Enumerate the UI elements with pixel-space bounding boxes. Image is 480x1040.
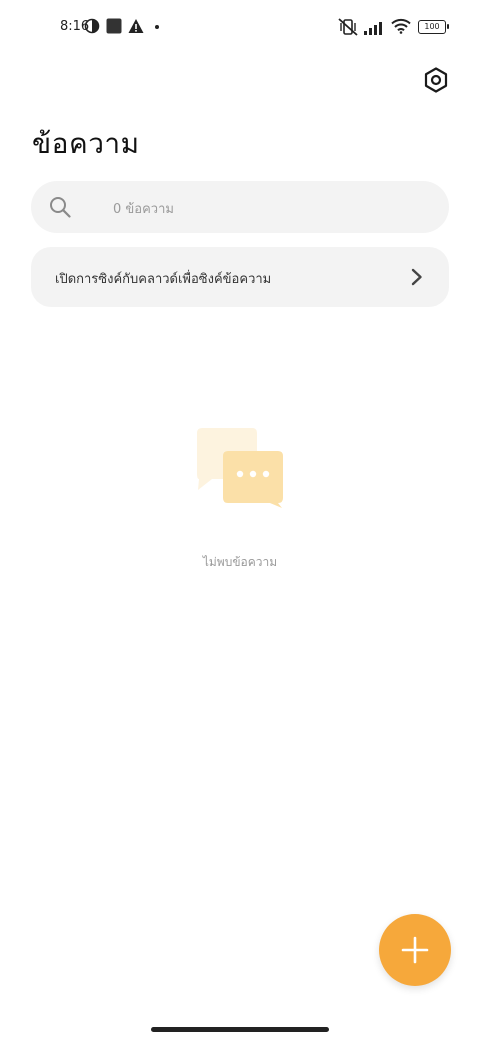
page-title: ข้อความ [32,127,140,160]
data-saver-icon [84,18,100,38]
signal-icon [364,20,386,39]
battery-icon: 100 [418,20,449,34]
settings-button[interactable] [422,66,450,94]
wifi-icon [391,18,411,38]
search-icon [50,197,71,218]
cloud-sync-banner[interactable]: เปิดการซิงค์กับคลาวด์เพื่อซิงค์ข้อความ [31,247,449,307]
cloud-sync-label: เปิดการซิงค์กับคลาวด์เพื่อซิงค์ข้อความ [55,272,272,287]
plus-icon [401,936,429,964]
settings-hexagon-icon [424,67,448,93]
search-input[interactable]: 0 ข้อความ [31,181,449,233]
empty-state-text: ไม่พบข้อความ [202,555,278,569]
warning-icon [128,18,144,38]
battery-level: 100 [424,22,440,31]
chat-bubbles-icon [194,426,286,508]
muted-vibrate-icon [338,18,358,40]
add-note-button[interactable] [379,914,451,986]
chevron-right-icon [411,268,422,286]
home-indicator[interactable] [151,1027,329,1032]
status-bar: 8:16 100 [0,0,480,56]
dot-icon [155,25,159,29]
search-placeholder: 0 ข้อความ [113,202,174,217]
square-notification-icon [106,18,122,38]
